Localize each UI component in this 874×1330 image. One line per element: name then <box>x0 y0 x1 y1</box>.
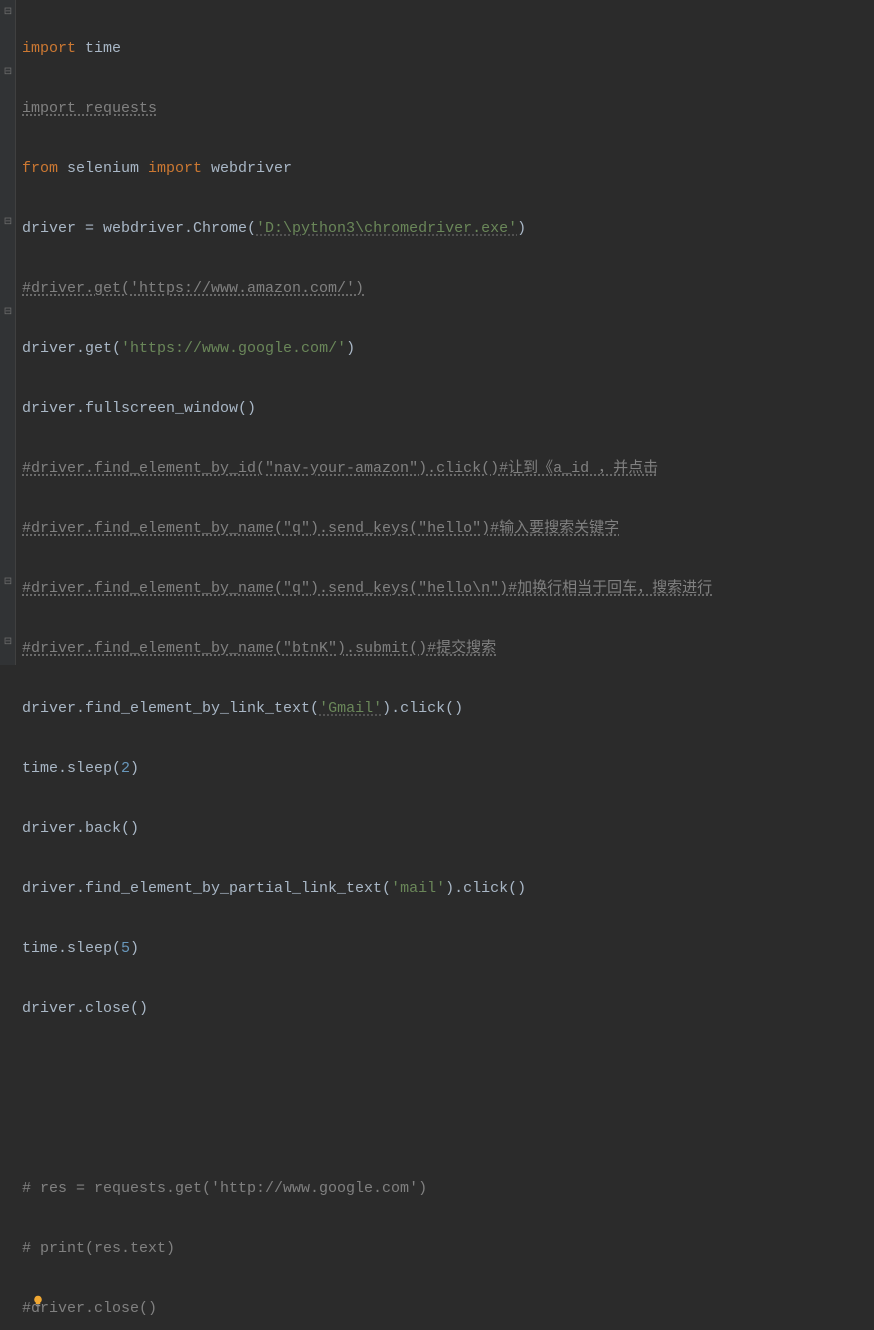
fold-icon[interactable]: ⊟ <box>2 576 14 588</box>
code-line: driver.find_element_by_partial_link_text… <box>22 874 874 904</box>
code-line <box>22 1114 874 1144</box>
gutter: ⊟ ⊟ ⊟ ⊟ ⊟ ⊟ <box>0 0 16 665</box>
code-area[interactable]: import time import requests from seleniu… <box>16 0 874 665</box>
code-line: driver.fullscreen_window() <box>22 394 874 424</box>
code-line: time.sleep(5) <box>22 934 874 964</box>
code-line: from selenium import webdriver <box>22 154 874 184</box>
fold-icon[interactable]: ⊟ <box>2 636 14 648</box>
code-line: #driver.find_element_by_name("q").send_k… <box>22 574 874 604</box>
code-line: driver.back() <box>22 814 874 844</box>
fold-icon[interactable]: ⊟ <box>2 6 14 18</box>
code-line: import time <box>22 34 874 64</box>
fold-icon[interactable]: ⊟ <box>2 306 14 318</box>
intention-bulb-icon[interactable] <box>31 1294 45 1308</box>
code-line: driver.find_element_by_link_text('Gmail'… <box>22 694 874 724</box>
code-line: #driver.get('https://www.amazon.com/') <box>22 274 874 304</box>
code-line: # res = requests.get('http://www.google.… <box>22 1174 874 1204</box>
code-line <box>22 1054 874 1084</box>
code-line: driver.close() <box>22 994 874 1024</box>
fold-icon[interactable]: ⊟ <box>2 216 14 228</box>
code-line: # print(res.text) <box>22 1234 874 1264</box>
code-editor: ⊟ ⊟ ⊟ ⊟ ⊟ ⊟ import time import requests … <box>0 0 874 665</box>
code-line: #driver.find_element_by_id("nav-your-ama… <box>22 454 874 484</box>
code-line: time.sleep(2) <box>22 754 874 784</box>
code-line: #driver.close() <box>22 1294 874 1324</box>
code-line: import requests <box>22 94 874 124</box>
code-line: driver = webdriver.Chrome('D:\python3\ch… <box>22 214 874 244</box>
code-line: #driver.find_element_by_name("btnK").sub… <box>22 634 874 664</box>
code-line: #driver.find_element_by_name("q").send_k… <box>22 514 874 544</box>
fold-icon[interactable]: ⊟ <box>2 66 14 78</box>
code-line: driver.get('https://www.google.com/') <box>22 334 874 364</box>
